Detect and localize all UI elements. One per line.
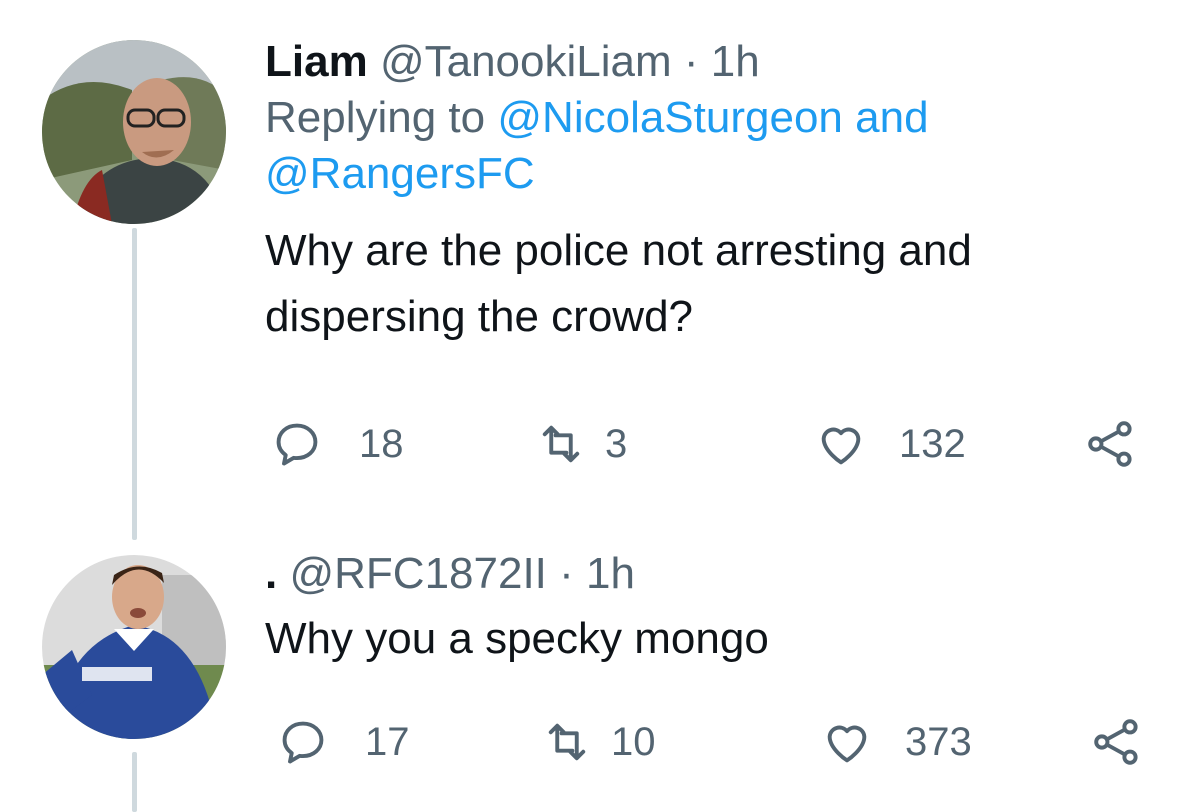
reply-icon [276,423,318,466]
reply-button[interactable]: 18 [271,414,404,474]
share-icon [1088,421,1132,467]
heart-icon [827,725,867,763]
replying-to-label: Replying to [265,93,486,142]
reply-icon [282,721,324,764]
reply-button[interactable]: 17 [277,712,410,772]
avatar-rfc1872[interactable] [42,555,226,739]
author-handle[interactable]: @RFC1872II [289,549,546,598]
tweet-actions: 18 3 132 [265,414,1165,474]
share-icon [1094,719,1138,765]
like-count: 373 [905,719,972,764]
tweet-timestamp[interactable]: 1h [586,549,635,598]
heart-icon [821,427,861,465]
tweet-rfc1872[interactable]: . @RFC1872II · 1h Why you a specky mongo [265,546,1165,672]
share-button[interactable] [1091,712,1143,772]
author-name[interactable]: . [265,549,277,598]
tweet-header: . @RFC1872II · 1h [265,546,1165,602]
like-count: 132 [899,421,966,466]
avatar-photo-footballer [42,555,226,739]
tweet-timestamp[interactable]: 1h [711,37,760,86]
avatar-photo-bald-man-glasses [42,40,226,224]
replying-joiner: and [855,93,929,142]
mention-nicolasturgeon[interactable]: @NicolaSturgeon [497,93,843,142]
author-handle[interactable]: @TanookiLiam [380,37,672,86]
tweet-text: Why are the police not arresting and dis… [265,226,972,341]
replying-to-line: Replying to @NicolaSturgeon and @Rangers… [265,90,1165,202]
separator-dot: · [683,37,699,86]
retweet-icon [548,723,586,761]
mention-rangersfc[interactable]: @RangersFC [265,149,535,198]
thread-connector-line [132,228,137,540]
separator-dot: · [559,549,574,598]
retweet-icon [542,425,580,463]
reply-count: 18 [359,421,404,466]
retweet-button[interactable]: 10 [541,712,656,772]
reply-count: 17 [365,719,410,764]
author-name[interactable]: Liam [265,37,368,86]
thread-connector-line-bottom [132,752,137,812]
avatar-liam[interactable] [42,40,226,224]
like-button[interactable]: 132 [815,414,966,474]
tweet-liam[interactable]: Liam @TanookiLiam · 1h Replying to @Nico… [265,34,1165,467]
tweet-actions: 17 10 373 [271,712,1171,772]
retweet-button[interactable]: 3 [535,414,627,474]
like-button[interactable]: 373 [821,712,972,772]
tweet-header: Liam @TanookiLiam · 1h [265,34,1165,90]
tweet-text: Why you a specky mongo [265,614,769,663]
share-button[interactable] [1085,414,1137,474]
retweet-count: 10 [611,719,656,764]
retweet-count: 3 [605,421,628,466]
